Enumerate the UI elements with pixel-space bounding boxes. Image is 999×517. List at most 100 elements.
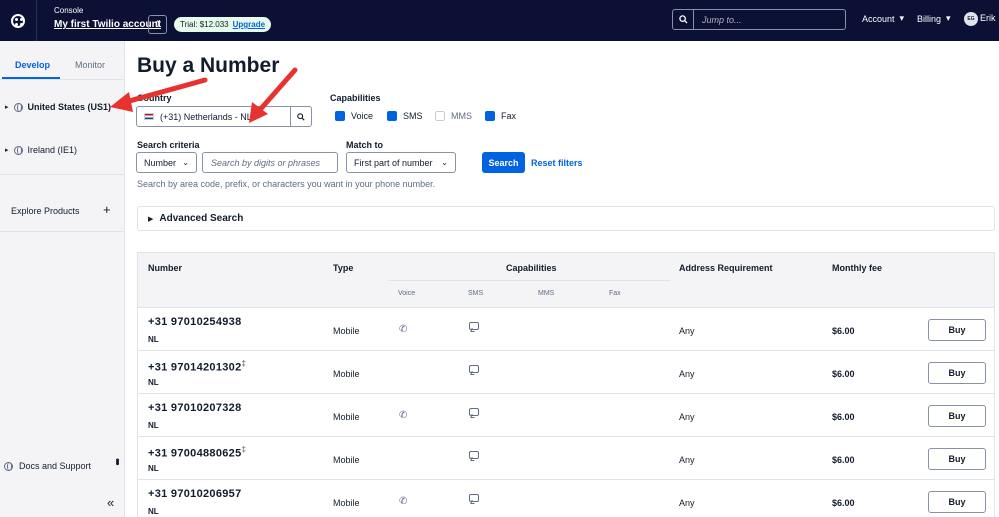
phone-number: +31 97004880625‡ <box>148 445 247 460</box>
capabilities-label: Capabilities <box>330 93 381 103</box>
search-icon[interactable] <box>290 107 311 126</box>
country-code: NL <box>148 378 159 387</box>
phone-number: +31 97010254938 <box>148 316 242 328</box>
tab-monitor[interactable]: Monitor <box>75 60 105 70</box>
header-type: Type <box>333 263 354 273</box>
top-bar: Console My first Twilio account ⇕ Trial:… <box>0 0 999 41</box>
helper-text: Search by area code, prefix, or characte… <box>137 179 436 189</box>
monthly-fee: $6.00 <box>832 498 855 508</box>
buy-button[interactable]: Buy <box>928 362 986 384</box>
match-to-label: Match to <box>346 140 383 150</box>
more-options-icon[interactable]: ••• <box>111 458 123 464</box>
explore-products-link[interactable]: Explore Products <box>11 206 80 216</box>
checkbox-checked[interactable] <box>335 111 345 121</box>
phone-icon: ✆ <box>399 496 408 507</box>
buy-button[interactable]: Buy <box>928 405 986 427</box>
select-value: Number <box>144 157 177 168</box>
capability-mms[interactable]: MMS <box>435 111 472 121</box>
docs-label: Docs and Support <box>19 461 92 471</box>
address-requirement: Any <box>679 498 695 508</box>
sidebar-item-ie1[interactable]: ▸ Ireland (IE1) <box>5 145 77 155</box>
chevron-down-icon: ▾ <box>946 13 951 23</box>
tab-develop[interactable]: Develop <box>15 60 50 70</box>
monthly-fee: $6.00 <box>832 326 855 336</box>
subheader-voice: Voice <box>398 290 416 297</box>
capability-label: MMS <box>451 111 472 121</box>
sidebar-item-us1[interactable]: ▸ United States (US1) <box>5 102 111 112</box>
sms-icon <box>469 451 479 459</box>
checkbox-checked[interactable] <box>485 111 495 121</box>
phone-icon: ✆ <box>399 324 408 335</box>
capability-voice[interactable]: Voice <box>335 111 373 121</box>
address-requirement: Any <box>679 369 695 379</box>
sms-icon <box>469 322 479 330</box>
phone-number: +31 97010207328 <box>148 402 242 414</box>
upgrade-link[interactable]: Upgrade <box>233 20 265 29</box>
advanced-search-toggle[interactable]: ▶ Advanced Search <box>137 206 995 231</box>
number-type: Mobile <box>333 498 360 508</box>
capability-label: Fax <box>501 111 517 121</box>
account-menu[interactable]: Account ▾ <box>862 13 904 24</box>
plus-icon[interactable]: + <box>103 202 111 217</box>
globe-icon <box>4 461 13 471</box>
table-row: +31 97004880625‡ NL Mobile Any $6.00 Buy <box>138 437 994 480</box>
phone-number: +31 97010206957 <box>148 488 242 500</box>
table-header: Number Type Capabilities Address Require… <box>138 253 994 308</box>
search-digits-input[interactable] <box>202 152 338 173</box>
avatar[interactable]: EG <box>964 12 978 26</box>
search-button[interactable]: Search <box>482 152 525 173</box>
country-select[interactable]: (+31) Netherlands - NL <box>136 106 312 127</box>
table-row: +31 97014201302‡ NL Mobile Any $6.00 Buy <box>138 351 994 394</box>
numbers-table: Number Type Capabilities Address Require… <box>137 252 995 517</box>
buy-button[interactable]: Buy <box>928 491 986 513</box>
tab-divider <box>0 79 124 80</box>
console-label: Console <box>54 6 84 15</box>
table-row: +31 97010206957 NL Mobile ✆ Any $6.00 Buy <box>138 480 994 517</box>
billing-menu-label: Billing <box>917 13 942 24</box>
number-type: Mobile <box>333 412 360 422</box>
sms-icon <box>469 365 479 373</box>
monthly-fee: $6.00 <box>832 412 855 422</box>
capability-label: SMS <box>403 111 423 121</box>
number-type: Mobile <box>333 455 360 465</box>
trial-balance: Trial: $12.033 <box>180 20 229 29</box>
sidebar: Develop Monitor ▸ United States (US1) ▸ … <box>0 41 125 517</box>
buy-button[interactable]: Buy <box>928 319 986 341</box>
capability-label: Voice <box>351 111 374 121</box>
address-requirement: Any <box>679 455 695 465</box>
billing-menu[interactable]: Billing ▾ <box>917 13 951 24</box>
reset-filters-link[interactable]: Reset filters <box>531 158 583 168</box>
address-requirement: Any <box>679 326 695 336</box>
advanced-search-label: Advanced Search <box>159 213 244 224</box>
checkbox-checked[interactable] <box>387 111 397 121</box>
sms-icon <box>469 494 479 502</box>
phone-number: +31 97014201302‡ <box>148 359 247 374</box>
account-switcher-icon[interactable]: ⇕ <box>148 15 167 34</box>
capability-fax[interactable]: Fax <box>485 111 516 121</box>
docs-and-support-link[interactable]: Docs and Support <box>4 461 91 471</box>
collapse-sidebar-icon[interactable]: « <box>107 495 114 510</box>
search-icon[interactable] <box>672 9 694 30</box>
chevron-down-icon: ⌄ <box>441 158 448 167</box>
search-criteria-select[interactable]: Number ⌄ <box>136 152 197 173</box>
capability-sms[interactable]: SMS <box>387 111 423 121</box>
jump-to-input[interactable] <box>693 9 846 30</box>
country-code: NL <box>148 464 159 473</box>
twilio-logo-icon[interactable] <box>0 0 37 41</box>
header-capabilities: Capabilities <box>506 263 557 273</box>
header-fee: Monthly fee <box>832 263 883 273</box>
country-value: (+31) Netherlands - NL <box>160 111 252 122</box>
phone-icon: ✆ <box>399 410 408 421</box>
match-to-select[interactable]: First part of number ⌄ <box>346 152 456 173</box>
monthly-fee: $6.00 <box>832 455 855 465</box>
table-row: +31 97010207328 NL Mobile ✆ Any $6.00 Buy <box>138 394 994 437</box>
checkbox-unchecked[interactable] <box>435 111 445 121</box>
user-name[interactable]: Erik <box>980 13 996 23</box>
number-type: Mobile <box>333 326 360 336</box>
subheader-sms: SMS <box>468 290 484 297</box>
chevron-down-icon: ⌄ <box>182 158 189 167</box>
table-row: +31 97010254938 NL Mobile ✆ Any $6.00 Buy <box>138 308 994 351</box>
account-name-link[interactable]: My first Twilio account <box>54 19 161 30</box>
buy-button[interactable]: Buy <box>928 448 986 470</box>
subheader-mms: MMS <box>538 290 555 297</box>
